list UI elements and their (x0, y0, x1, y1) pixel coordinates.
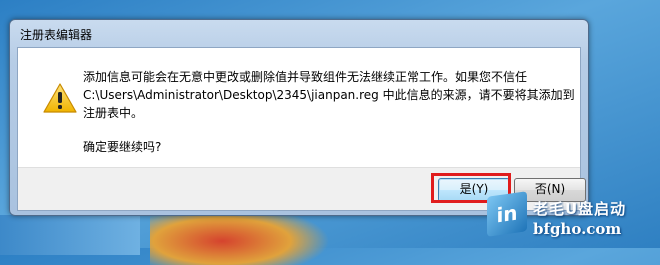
message-line-1: 添加信息可能会在无意中更改或删除值并导致组件无法继续正常工作。如果您不信任 (83, 70, 528, 84)
registry-editor-dialog: 注册表编辑器 添加信息可能会在无意中更改或删除值并导致组件无法继续正常工作。如果… (9, 19, 589, 216)
desktop-wallpaper-band (0, 215, 140, 255)
window-title: 注册表编辑器 (20, 28, 93, 42)
title-bar[interactable]: 注册表编辑器 (10, 20, 588, 46)
message-line-2: C:\Users\Administrator\Desktop\2345\jian… (83, 88, 575, 102)
confirm-question: 确定要继续吗? (83, 140, 162, 154)
warning-message: 添加信息可能会在无意中更改或删除值并导致组件无法继续正常工作。如果您不信任 C:… (83, 68, 575, 122)
watermark-brand-text: 老毛U盘启动 (533, 200, 627, 218)
watermark-url: bfgho.com (533, 220, 622, 238)
message-line-3: 注册表中。 (83, 106, 144, 120)
dialog-body: 添加信息可能会在无意中更改或删除值并导致组件无法继续正常工作。如果您不信任 C:… (17, 47, 586, 211)
watermark-logo: in (487, 191, 527, 237)
warning-icon (43, 83, 77, 113)
